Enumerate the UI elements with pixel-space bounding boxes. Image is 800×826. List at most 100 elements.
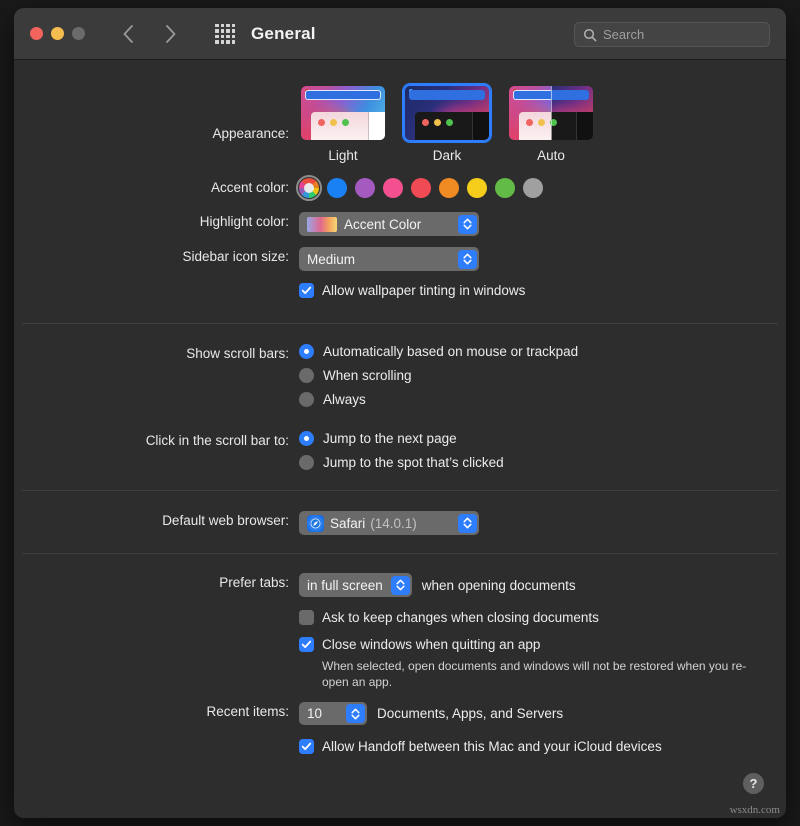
window-titlebar: General Search [14, 8, 786, 60]
chevron-updown-icon[interactable] [390, 575, 410, 595]
traffic-light-buttons [30, 27, 85, 40]
default-web-browser-row: Default web browser: Safari (14.0.1) [14, 511, 786, 535]
scroll-bar-click-option-next-page[interactable]: Jump to the next page [299, 431, 786, 446]
system-preferences-window: General Search Appearance: Light Dark Au… [14, 8, 786, 818]
close-windows-option[interactable]: Close windows when quitting an app [299, 637, 786, 652]
watermark: wsxdn.com [729, 804, 780, 816]
close-button[interactable] [30, 27, 43, 40]
show-scroll-bars-label: Show scroll bars: [186, 346, 289, 361]
page-title: General [251, 23, 316, 43]
section-divider-3 [22, 553, 778, 554]
appearance-thumb-auto[interactable] [507, 84, 595, 142]
wallpaper-tinting-label: Allow wallpaper tinting in windows [322, 283, 526, 298]
appearance-option-dark[interactable]: Dark [403, 84, 491, 163]
appearance-option-light[interactable]: Light [299, 84, 387, 163]
chevron-updown-icon[interactable] [346, 704, 365, 723]
handoff-option[interactable]: Allow Handoff between this Mac and your … [299, 739, 786, 754]
accent-swatch-blue[interactable] [327, 178, 347, 198]
accent-swatch-yellow[interactable] [467, 178, 487, 198]
sidebar-icon-size-label: Sidebar icon size: [182, 249, 289, 264]
back-icon[interactable] [115, 21, 141, 47]
wallpaper-tinting-option[interactable]: Allow wallpaper tinting in windows [299, 283, 786, 298]
highlight-color-value: Accent Color [344, 216, 422, 232]
appearance-label: Appearance: [212, 126, 289, 141]
show-all-grid-icon[interactable] [215, 23, 235, 44]
chevron-updown-icon[interactable] [458, 249, 477, 269]
scroll-bar-click-label: Click in the scroll bar to: [145, 433, 289, 448]
chevron-updown-icon[interactable] [458, 214, 477, 234]
radio-automatic[interactable] [299, 344, 314, 359]
section-divider-1 [22, 323, 778, 324]
scroll-bar-click-label-spot-clicked: Jump to the spot that’s clicked [323, 455, 504, 470]
ask-keep-changes-option[interactable]: Ask to keep changes when closing documen… [299, 610, 786, 625]
help-button[interactable]: ? [743, 773, 764, 794]
scroll-bars-option-always[interactable]: Always [299, 392, 786, 407]
appearance-label-light: Light [328, 148, 358, 163]
default-web-browser-popup[interactable]: Safari (14.0.1) [299, 511, 479, 535]
default-web-browser-label: Default web browser: [162, 513, 289, 528]
appearance-label-dark: Dark [432, 148, 462, 163]
search-icon [583, 28, 597, 41]
radio-always[interactable] [299, 392, 314, 407]
sidebar-icon-size-value: Medium [307, 251, 356, 267]
appearance-thumb-dark[interactable] [403, 84, 491, 142]
ask-keep-changes-label: Ask to keep changes when closing documen… [322, 610, 599, 625]
accent-swatch-multicolor[interactable] [296, 175, 322, 201]
recent-items-label: Recent items: [206, 704, 289, 719]
close-windows-label: Close windows when quitting an app [322, 637, 541, 652]
prefer-tabs-popup[interactable]: in full screen [299, 573, 412, 597]
sidebar-icon-size-row: Sidebar icon size: Medium [14, 247, 786, 271]
chevron-updown-icon[interactable] [458, 513, 477, 533]
handoff-checkbox[interactable] [299, 739, 314, 754]
accent-swatch-pink[interactable] [383, 178, 403, 198]
zoom-button[interactable] [72, 27, 85, 40]
highlight-color-popup[interactable]: Accent Color [299, 212, 479, 236]
minimize-button[interactable] [51, 27, 64, 40]
recent-items-value: 10 [307, 706, 323, 721]
prefer-tabs-value: in full screen [307, 577, 383, 593]
accent-color-label: Accent color: [210, 180, 289, 195]
scroll-bars-label-always: Always [323, 392, 366, 407]
scroll-bars-label-when-scrolling: When scrolling [323, 368, 412, 383]
radio-when-scrolling[interactable] [299, 368, 314, 383]
forward-icon[interactable] [157, 21, 183, 47]
search-field[interactable]: Search [574, 22, 770, 47]
prefer-tabs-label: Prefer tabs: [219, 575, 289, 590]
wallpaper-tinting-checkbox[interactable] [299, 283, 314, 298]
scroll-bar-click-label-next-page: Jump to the next page [323, 431, 457, 446]
accent-swatch-graphite[interactable] [523, 178, 543, 198]
close-windows-checkbox[interactable] [299, 637, 314, 652]
close-windows-helper-text: When selected, open documents and window… [322, 659, 747, 689]
scroll-bars-option-when-scrolling[interactable]: When scrolling [299, 368, 786, 383]
accent-swatch-red[interactable] [411, 178, 431, 198]
scroll-bar-click-option-spot-clicked[interactable]: Jump to the spot that’s clicked [299, 455, 786, 470]
checkmark-icon [301, 640, 312, 648]
recent-items-row: Recent items: 10 Documents, Apps, and Se… [14, 702, 786, 725]
accent-swatch-orange[interactable] [439, 178, 459, 198]
sidebar-icon-size-popup[interactable]: Medium [299, 247, 479, 271]
accent-swatch-purple[interactable] [355, 178, 375, 198]
show-scroll-bars-row: Show scroll bars: Automatically based on… [14, 344, 786, 416]
close-windows-row: Close windows when quitting an app When … [14, 637, 786, 700]
checkmark-icon [301, 742, 312, 750]
accent-color-row: Accent color: [14, 175, 786, 201]
prefer-tabs-trailing-text: when opening documents [421, 577, 576, 593]
prefer-tabs-row: Prefer tabs: in full screen when opening… [14, 573, 786, 597]
radio-jump-next-page[interactable] [299, 431, 314, 446]
appearance-thumb-light[interactable] [299, 84, 387, 142]
preferences-content: Appearance: Light Dark Auto Accent color… [14, 60, 786, 818]
ask-keep-changes-checkbox[interactable] [299, 610, 314, 625]
scroll-bar-click-row: Click in the scroll bar to: Jump to the … [14, 431, 786, 479]
scroll-bars-option-automatic[interactable]: Automatically based on mouse or trackpad [299, 344, 786, 359]
default-web-browser-name: Safari [330, 515, 366, 531]
safari-icon [307, 514, 324, 532]
recent-items-stepper[interactable]: 10 [299, 702, 367, 725]
checkmark-icon [301, 286, 312, 294]
section-divider-2 [22, 490, 778, 491]
appearance-option-auto[interactable]: Auto [507, 84, 595, 163]
accent-color-swatches [296, 175, 786, 201]
accent-swatch-green[interactable] [495, 178, 515, 198]
radio-jump-spot-clicked[interactable] [299, 455, 314, 470]
search-placeholder: Search [603, 27, 645, 42]
ask-keep-changes-row: Ask to keep changes when closing documen… [14, 610, 786, 634]
